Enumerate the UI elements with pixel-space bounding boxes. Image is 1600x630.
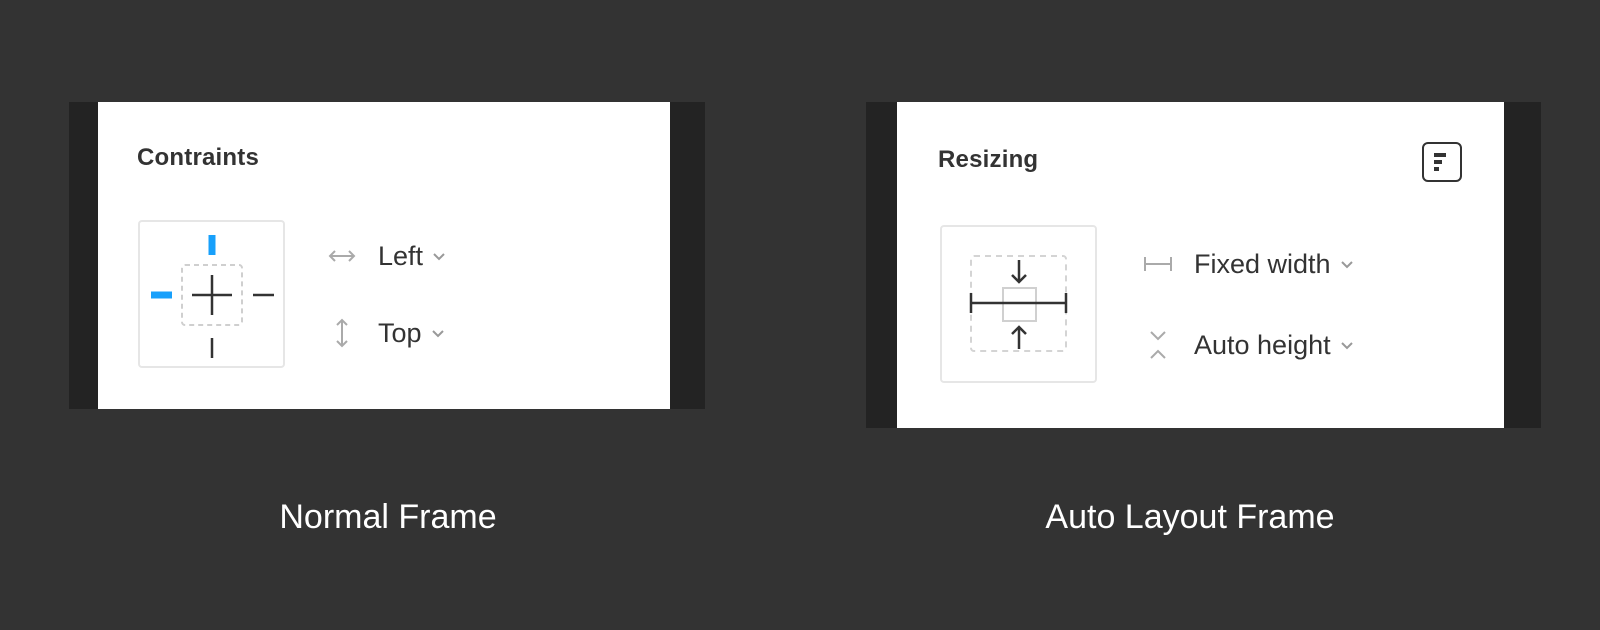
height-resizing-dropdown[interactable]: Auto height (1142, 325, 1355, 365)
constraint-top-active (208, 235, 216, 255)
resizing-widget[interactable] (940, 225, 1097, 383)
chevron-down-icon (430, 325, 446, 341)
horizontal-constraint-label: Left (378, 240, 424, 271)
constraint-left-active (151, 291, 172, 299)
panel-title: Contraints (137, 144, 259, 171)
width-resizing-label: Fixed width (1194, 248, 1331, 279)
vertical-arrows-icon (326, 317, 358, 349)
panel-title: Resizing (938, 146, 1039, 173)
horizontal-arrows-icon (326, 240, 358, 272)
chevron-down-icon (431, 248, 447, 264)
fixed-width-icon (1142, 248, 1174, 280)
align-left-icon[interactable] (1422, 142, 1462, 182)
auto-layout-frame-caption: Auto Layout Frame (1045, 498, 1335, 536)
vertical-constraint-dropdown[interactable]: Top (326, 313, 446, 353)
chevron-down-icon (1339, 256, 1355, 272)
constraints-panel: Contraints Left Top (98, 102, 670, 409)
width-resizing-dropdown[interactable]: Fixed width (1142, 244, 1355, 284)
resizing-panel: Resizing Fixed width Auto height (897, 102, 1504, 428)
vertical-constraint-label: Top (378, 317, 422, 348)
hug-height-icon (1142, 329, 1174, 361)
resizing-inner-box (1002, 287, 1037, 322)
normal-frame-caption: Normal Frame (279, 498, 497, 536)
height-resizing-label: Auto height (1194, 329, 1331, 360)
horizontal-constraint-dropdown[interactable]: Left (326, 236, 447, 276)
chevron-down-icon (1339, 337, 1355, 353)
constraints-widget[interactable] (138, 220, 285, 368)
canvas: Contraints Left Top Normal Frame Resizin… (0, 0, 1600, 630)
